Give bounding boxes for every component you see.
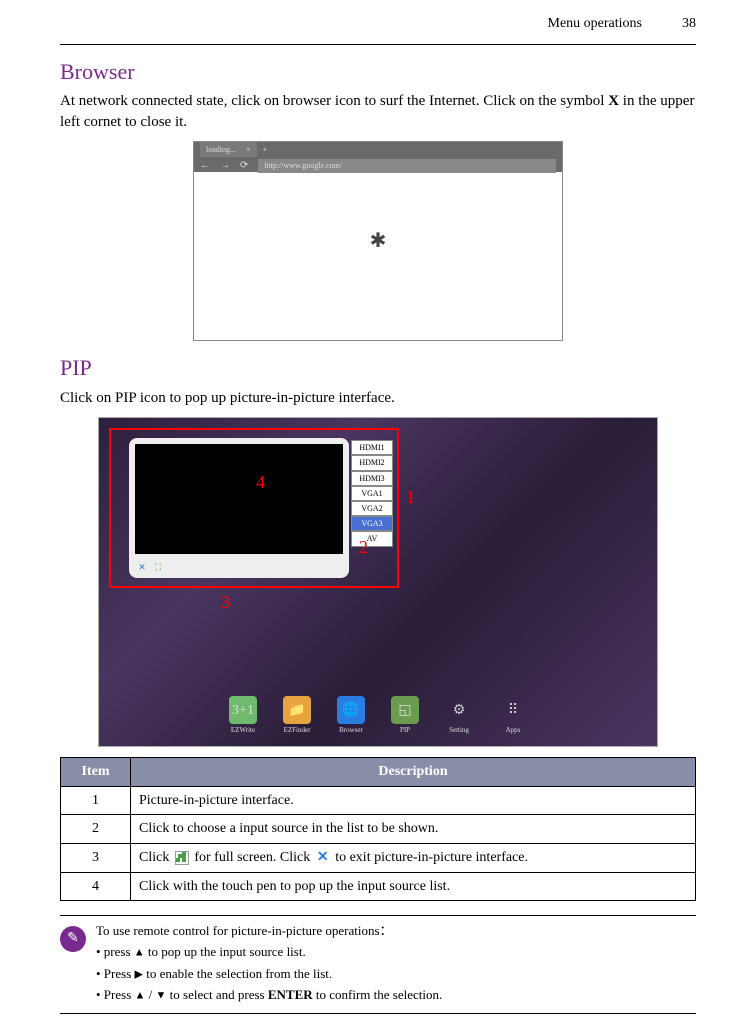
callout-3: 3	[221, 590, 230, 615]
text: to exit picture-in-picture interface.	[335, 850, 528, 865]
browser-desc: At network connected state, click on bro…	[60, 91, 696, 133]
dock-label: Browser	[339, 726, 363, 736]
source-item: HDMI3	[351, 471, 393, 486]
add-tab-icon: +	[263, 144, 268, 155]
fullscreen-icon	[175, 851, 189, 865]
source-item: AV	[351, 531, 393, 546]
table-row: 2 Click to choose a input source in the …	[61, 815, 696, 844]
browser-desc-bold: X	[608, 93, 619, 109]
text: Click	[139, 850, 173, 865]
callout-1: 1	[406, 485, 415, 510]
source-item: VGA1	[351, 486, 393, 501]
ezwrite-icon: 3+1	[229, 696, 257, 724]
cell-item: 4	[61, 872, 131, 901]
browser-tab: loading... ×	[200, 142, 257, 157]
setting-icon: ⚙	[445, 696, 473, 724]
cell-desc: Click to choose a input source in the li…	[131, 815, 696, 844]
th-item: Item	[61, 758, 131, 787]
table-row: 1 Picture-in-picture interface.	[61, 786, 696, 815]
note-line: • Press ▲ / ▼ to select and press ENTER …	[96, 986, 442, 1004]
down-arrow-icon: ▼	[156, 989, 167, 1001]
pip-fullscreen-icon: ⛶	[151, 560, 165, 574]
browser-toolbar: loading... × + ← → ⟳ http://www.google.co…	[194, 142, 562, 172]
pip-screenshot: ✕ ⛶ HDMI1 HDMI2 HDMI3 VGA1 VGA2 VGA3 AV …	[98, 417, 658, 747]
dock-item-setting: ⚙ Setting	[445, 696, 473, 736]
browser-icon: 🌐	[337, 696, 365, 724]
th-description: Description	[131, 758, 696, 787]
loading-spinner-icon: ✱	[370, 227, 387, 255]
close-icon: ✕	[316, 851, 330, 865]
text: to select and press	[166, 987, 267, 1002]
text: to enable the selection from the list.	[143, 966, 332, 981]
note-line: • press ▲ to pop up the input source lis…	[96, 943, 442, 961]
source-list: HDMI1 HDMI2 HDMI3 VGA1 VGA2 VGA3 AV	[351, 440, 393, 546]
description-table: Item Description 1 Picture-in-picture in…	[60, 757, 696, 901]
dock-label: Apps	[506, 726, 521, 736]
pip-window: ✕ ⛶	[129, 438, 349, 578]
pip-callout-box: ✕ ⛶ HDMI1 HDMI2 HDMI3 VGA1 VGA2 VGA3 AV …	[109, 428, 399, 588]
dock-item-apps: ⠿ Apps	[499, 696, 527, 736]
up-arrow-icon: ▲	[135, 989, 146, 1001]
pip-controls: ✕ ⛶	[135, 560, 165, 574]
cell-item: 3	[61, 843, 131, 872]
browser-screenshot: loading... × + ← → ⟳ http://www.google.co…	[193, 141, 563, 341]
text: • Press	[96, 966, 135, 981]
callout-2: 2	[359, 535, 368, 560]
note-body: To use remote control for picture-in-pic…	[96, 922, 442, 1007]
up-arrow-icon: ▲	[134, 947, 145, 959]
text: • press	[96, 944, 134, 959]
source-item: HDMI2	[351, 455, 393, 470]
pip-icon: ◱	[391, 696, 419, 724]
right-arrow-icon: ▶	[135, 968, 143, 980]
forward-icon: →	[220, 159, 230, 173]
back-icon: ←	[200, 159, 210, 173]
close-tab-icon: ×	[246, 144, 251, 155]
dock-label: EZWrite	[231, 726, 255, 736]
text: for full screen. Click	[194, 850, 313, 865]
cell-desc: Click for full screen. Click ✕ to exit p…	[131, 843, 696, 872]
browser-tab-label: loading...	[206, 144, 236, 155]
text: /	[145, 987, 155, 1002]
pip-desc: Click on PIP icon to pop up picture-in-p…	[60, 388, 696, 409]
note-block: ✎ To use remote control for picture-in-p…	[60, 915, 696, 1014]
note-line: To use remote control for picture-in-pic…	[96, 922, 442, 940]
pip-close-icon: ✕	[135, 560, 149, 574]
ezfinder-icon: 📁	[283, 696, 311, 724]
note-line: • Press ▶ to enable the selection from t…	[96, 965, 442, 983]
table-row: 3 Click for full screen. Click ✕ to exit…	[61, 843, 696, 872]
browser-nav: ← → ⟳ http://www.google.com/	[200, 159, 556, 173]
pencil-icon: ✎	[60, 926, 86, 952]
pip-heading: PIP	[60, 353, 696, 384]
source-item-selected: VGA3	[351, 516, 393, 531]
source-item: HDMI1	[351, 440, 393, 455]
dock-label: PIP	[400, 726, 410, 736]
dock-label: EZFinder	[284, 726, 311, 736]
dock: 3+1 EZWrite 📁 EZFinder 🌐 Browser ◱ PIP ⚙ Sett…	[229, 696, 527, 736]
header-rule	[60, 44, 696, 45]
dock-item-ezwrite: 3+1 EZWrite	[229, 696, 257, 736]
dock-item-browser: 🌐 Browser	[337, 696, 365, 736]
cell-desc: Picture-in-picture interface.	[131, 786, 696, 815]
page-number: 38	[682, 14, 696, 34]
dock-label: Setting	[449, 726, 469, 736]
cell-desc: Click with the touch pen to pop up the i…	[131, 872, 696, 901]
header-title: Menu operations	[548, 14, 642, 34]
text: • Press	[96, 987, 135, 1002]
apps-icon: ⠿	[499, 696, 527, 724]
text: to confirm the selection.	[313, 987, 443, 1002]
browser-heading: Browser	[60, 57, 696, 88]
source-item: VGA2	[351, 501, 393, 516]
dock-item-pip: ◱ PIP	[391, 696, 419, 736]
text: to pop up the input source list.	[145, 944, 306, 959]
cell-item: 1	[61, 786, 131, 815]
table-row: 4 Click with the touch pen to pop up the…	[61, 872, 696, 901]
reload-icon: ⟳	[240, 159, 248, 173]
callout-4: 4	[256, 470, 265, 495]
enter-key: ENTER	[268, 987, 313, 1002]
pip-screen	[135, 444, 343, 554]
dock-item-ezfinder: 📁 EZFinder	[283, 696, 311, 736]
url-bar: http://www.google.com/	[258, 159, 556, 172]
browser-desc-p1: At network connected state, click on bro…	[60, 93, 608, 109]
cell-item: 2	[61, 815, 131, 844]
